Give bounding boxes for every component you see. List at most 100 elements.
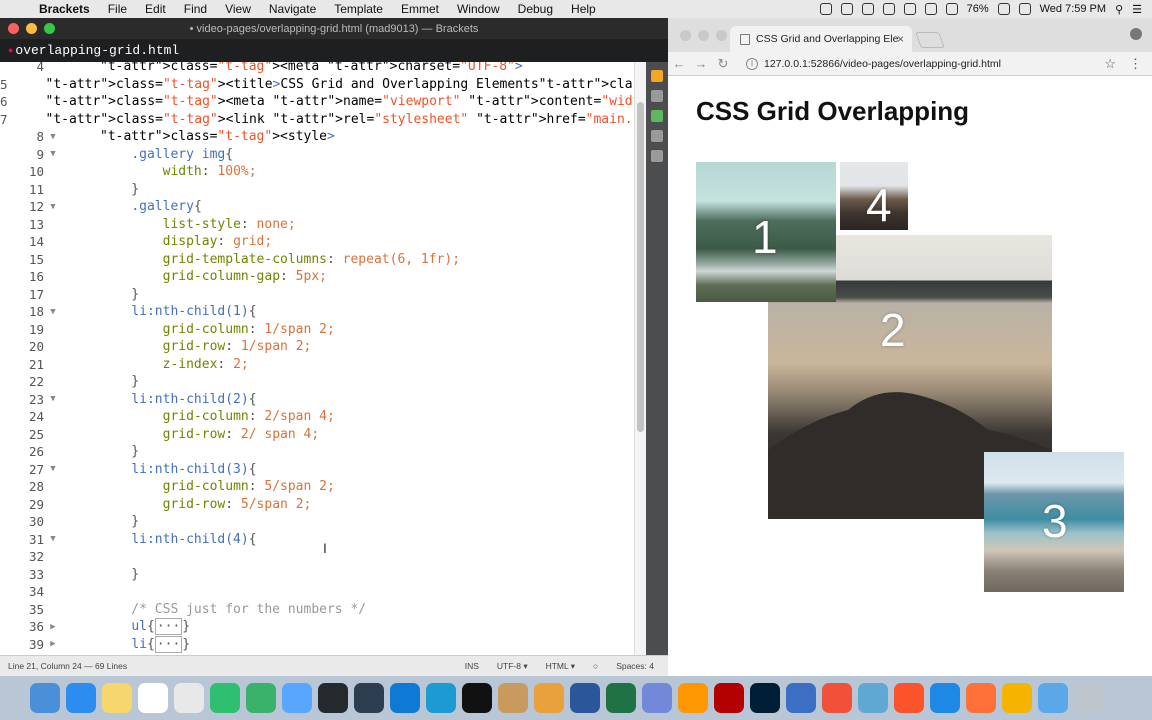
volume-icon[interactable]	[945, 3, 958, 15]
sublime-icon[interactable]	[678, 683, 708, 713]
battery-icon[interactable]	[997, 3, 1010, 15]
menu-navigate[interactable]: Navigate	[260, 2, 325, 16]
code-line[interactable]: 36 ▶ ul{···}	[0, 618, 634, 636]
code-line[interactable]: 17 }	[0, 286, 634, 304]
scrollbar-thumb[interactable]	[637, 102, 644, 432]
brackets-icon[interactable]	[210, 683, 240, 713]
code-line[interactable]: 29 grid-row: 5/span 2;	[0, 496, 634, 514]
indent-setting[interactable]: Spaces: 4	[616, 661, 654, 671]
code-line[interactable]: 13 list-style: none;	[0, 216, 634, 234]
finder-icon[interactable]	[30, 683, 60, 713]
git-icon[interactable]	[651, 110, 663, 122]
safari-tech-icon[interactable]	[858, 683, 888, 713]
code-line[interactable]: 5 "t-attr">class="t-tag"><title>CSS Grid …	[0, 76, 634, 94]
code-line[interactable]: 12 ▼ .gallery{	[0, 198, 634, 216]
battery-percent[interactable]: 76%	[967, 3, 989, 15]
spotlight-icon[interactable]: ⚲	[1115, 3, 1123, 16]
chrome-close-button[interactable]	[680, 30, 691, 41]
menu-template[interactable]: Template	[325, 2, 392, 16]
code-line[interactable]: 28 grid-column: 5/span 2;	[0, 478, 634, 496]
menu-emmet[interactable]: Emmet	[392, 2, 448, 16]
fold-toggle-icon[interactable]: ▼	[44, 464, 62, 474]
code-line[interactable]: 20 grid-row: 1/span 2;	[0, 338, 634, 356]
tableplus-icon[interactable]	[534, 683, 564, 713]
chrome-icon[interactable]	[174, 683, 204, 713]
menu-help[interactable]: Help	[562, 2, 605, 16]
photoshop-icon[interactable]	[750, 683, 780, 713]
fold-toggle-icon[interactable]: ▼	[44, 307, 62, 317]
bluetooth-icon[interactable]	[903, 3, 916, 15]
back-icon[interactable]: ←	[668, 56, 690, 71]
chrome-minimize-button[interactable]	[698, 30, 709, 41]
calendar-icon[interactable]	[138, 683, 168, 713]
safari-icon[interactable]	[930, 683, 960, 713]
menu-file[interactable]: File	[99, 2, 136, 16]
code-line[interactable]: 15 grid-template-columns: repeat(6, 1fr)…	[0, 251, 634, 269]
brackets-app-icon[interactable]	[426, 683, 456, 713]
file-tab[interactable]: ● overlapping-grid.html	[0, 39, 190, 62]
language-select[interactable]: HTML ▾	[546, 661, 575, 672]
fold-toggle-icon[interactable]: ▶	[44, 622, 62, 632]
code-editor[interactable]: 4 "t-attr">class="t-tag"><meta "t-attr">c…	[0, 62, 634, 655]
code-line[interactable]: 14 display: grid;	[0, 233, 634, 251]
menu-app-name[interactable]: Brackets	[30, 2, 99, 16]
menu-view[interactable]: View	[216, 2, 260, 16]
fold-toggle-icon[interactable]: ▼	[44, 202, 62, 212]
code-line[interactable]: 35 /* CSS just for the numbers */	[0, 601, 634, 619]
downloads-icon[interactable]	[1038, 683, 1068, 713]
reload-icon[interactable]: ↻	[712, 56, 734, 72]
code-line[interactable]: 19 grid-column: 1/span 2;	[0, 321, 634, 339]
extension-manager-icon[interactable]	[651, 90, 663, 102]
word-icon[interactable]	[570, 683, 600, 713]
preview-panel-icon[interactable]	[651, 130, 663, 142]
lightbulb-icon[interactable]	[651, 150, 663, 162]
discord-icon[interactable]	[642, 683, 672, 713]
browser-tab[interactable]: CSS Grid and Overlapping Ele ×	[730, 26, 912, 52]
code-line[interactable]: 34	[0, 583, 634, 601]
menu-debug[interactable]: Debug	[509, 2, 562, 16]
code-line[interactable]: 16 grid-column-gap: 5px;	[0, 268, 634, 286]
chrome-menu-icon[interactable]: ⋮	[1129, 56, 1142, 72]
menu-window[interactable]: Window	[448, 2, 509, 16]
trash-icon[interactable]	[1074, 683, 1104, 713]
sourcetree-icon[interactable]	[246, 683, 276, 713]
filezilla-icon[interactable]	[714, 683, 744, 713]
address-bar[interactable]: i 127.0.0.1:52866/video-pages/overlappin…	[742, 54, 1130, 74]
fold-toggle-icon[interactable]: ▼	[44, 394, 62, 404]
folder-icon[interactable]	[282, 683, 312, 713]
site-info-icon[interactable]: i	[746, 58, 758, 70]
archive-icon[interactable]	[498, 683, 528, 713]
github-icon[interactable]	[318, 683, 348, 713]
bookmark-star-icon[interactable]: ☆	[1104, 56, 1116, 72]
dropbox-icon[interactable]	[819, 3, 832, 15]
excel-icon[interactable]	[606, 683, 636, 713]
code-line[interactable]: 33 }	[0, 566, 634, 584]
terminal-icon[interactable]	[462, 683, 492, 713]
profile-icon[interactable]	[1130, 28, 1142, 40]
new-tab-button[interactable]	[915, 32, 945, 48]
vscode-icon[interactable]	[390, 683, 420, 713]
firefox-dev-icon[interactable]	[786, 683, 816, 713]
swift-icon[interactable]	[822, 683, 852, 713]
menu-edit[interactable]: Edit	[136, 2, 175, 16]
fold-toggle-icon[interactable]: ▶	[44, 639, 62, 649]
fold-toggle-icon[interactable]: ▼	[44, 132, 62, 142]
lint-status-icon[interactable]: ○	[593, 661, 598, 671]
fold-toggle-icon[interactable]: ▼	[44, 534, 62, 544]
notification-center-icon[interactable]: ☰	[1132, 3, 1142, 16]
tab-close-icon[interactable]: ×	[897, 32, 904, 46]
encoding-select[interactable]: UTF-8 ▾	[497, 661, 528, 672]
menu-find[interactable]: Find	[175, 2, 216, 16]
clock[interactable]: Wed 7:59 PM	[1040, 3, 1106, 15]
editor-scrollbar[interactable]	[634, 62, 646, 655]
app-store-icon[interactable]	[66, 683, 96, 713]
code-line[interactable]: 39 ▶ li{···}	[0, 635, 634, 654]
code-line[interactable]: 7 "t-attr">class="t-tag"><link "t-attr">r…	[0, 111, 634, 129]
user-icon[interactable]	[1018, 3, 1031, 15]
code-line[interactable]: 6 "t-attr">class="t-tag"><meta "t-attr">n…	[0, 93, 634, 111]
firefox-icon[interactable]	[966, 683, 996, 713]
wifi-icon[interactable]	[924, 3, 937, 15]
atom-icon[interactable]	[354, 683, 384, 713]
code-line[interactable]: 25 grid-row: 2/ span 4;	[0, 426, 634, 444]
code-line[interactable]: 4 "t-attr">class="t-tag"><meta "t-attr">c…	[0, 62, 634, 76]
